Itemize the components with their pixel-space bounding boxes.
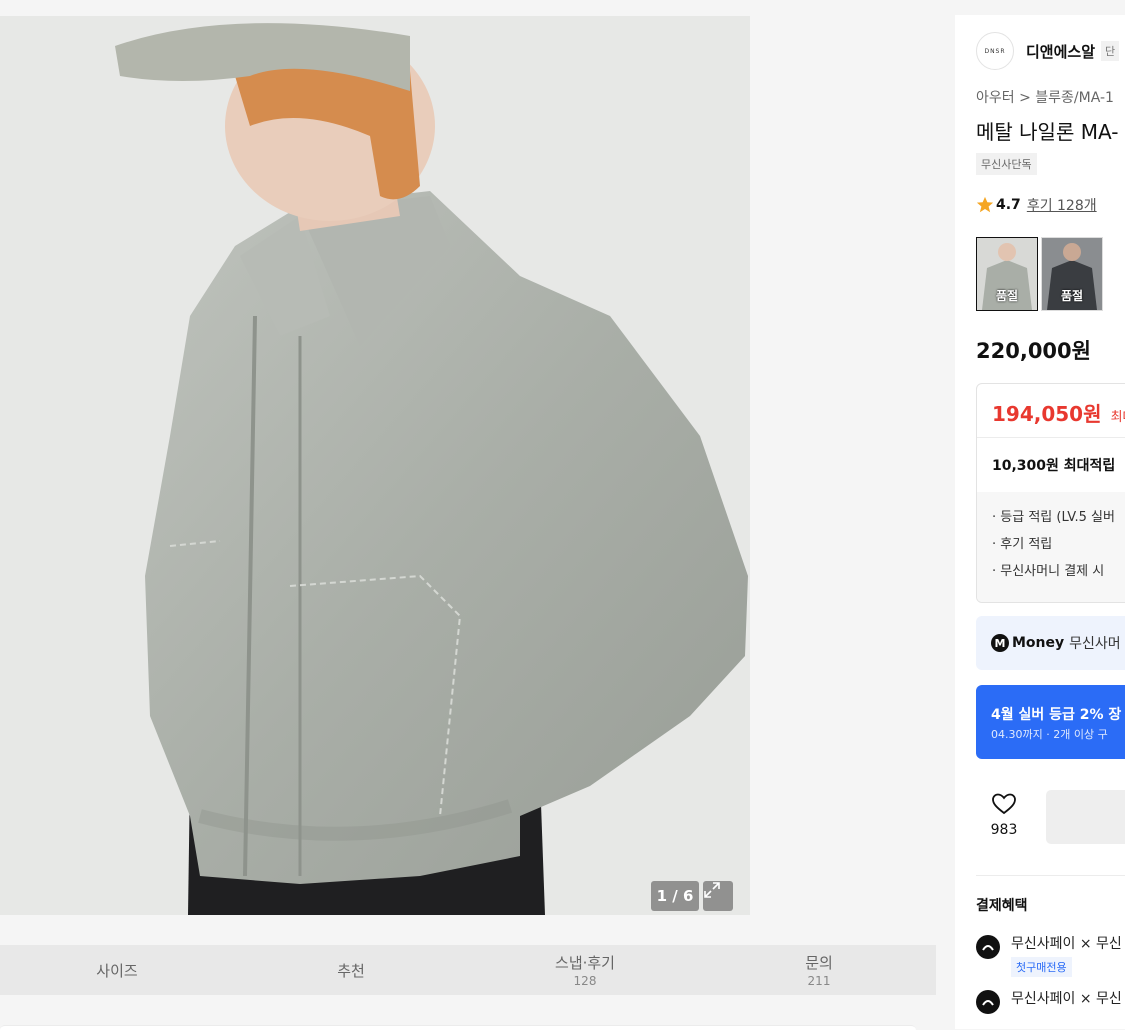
expand-icon xyxy=(704,882,720,898)
exclusive-badge: 무신사단독 xyxy=(976,153,1037,175)
product-main-image[interactable]: 1 / 6 xyxy=(0,16,750,915)
breadcrumb[interactable]: 아우터 > 블루종/MA-1 xyxy=(976,87,1114,107)
tab-count: 128 xyxy=(573,974,597,988)
musinsa-money-banner[interactable]: M Money 무신사머 xyxy=(976,616,1125,670)
grade-promo-banner[interactable]: 4월 실버 등급 2% 장 04.30까지 · 2개 이상 구 xyxy=(976,685,1125,759)
promo-subtitle: 04.30까지 · 2개 이상 구 xyxy=(991,728,1108,741)
review-count-link[interactable]: 후기 128개 xyxy=(1027,195,1097,215)
color-option-gray[interactable]: 품절 xyxy=(976,237,1038,311)
promo-title: 4월 실버 등급 2% 장 xyxy=(991,707,1122,723)
sale-row: 194,050원 최대 xyxy=(992,398,1125,427)
rating-score: 4.7 xyxy=(996,197,1021,213)
points-list: · 등급 적립 (LV.5 실버 · 후기 적립 · 무신사머니 결제 시 xyxy=(977,492,1125,602)
product-photo xyxy=(0,16,750,915)
tab-label: 문의 xyxy=(805,954,833,972)
product-title: 메탈 나일론 MA- xyxy=(976,120,1119,144)
divider xyxy=(977,437,1125,438)
money-desc: 무신사머 xyxy=(1069,636,1121,652)
points-item: · 등급 적립 (LV.5 실버 xyxy=(992,510,1115,525)
payment-benefit-text: 무신사페이 × 무신 xyxy=(1011,936,1122,952)
musinsa-pay-icon xyxy=(976,935,1000,959)
like-button[interactable]: 983 xyxy=(984,792,1024,838)
first-purchase-tag: 첫구매전용 xyxy=(1011,957,1072,977)
rating-row: 4.7 후기 128개 xyxy=(976,195,1097,215)
brand-tag: 단 xyxy=(1101,41,1120,61)
star-icon xyxy=(976,196,994,213)
divider xyxy=(976,875,1125,876)
pay-logo-glyph xyxy=(982,945,994,951)
money-label: Money xyxy=(1012,635,1065,651)
color-option-charcoal[interactable]: 품절 xyxy=(1041,237,1103,311)
max-points: 10,300원 최대적립 xyxy=(992,458,1116,474)
tab-recommend[interactable]: 추천 xyxy=(234,945,468,995)
tab-label: 스냅·후기 xyxy=(555,954,615,972)
points-item: · 후기 적립 xyxy=(992,537,1053,552)
color-thumbnails: 품절 품절 xyxy=(976,237,1106,311)
soldout-label: 품절 xyxy=(1060,289,1084,303)
money-logo-icon: M xyxy=(991,634,1009,652)
tab-label: 추천 xyxy=(337,961,365,980)
tab-count: 211 xyxy=(807,974,831,988)
expand-image-button[interactable] xyxy=(703,881,733,911)
tab-content-area xyxy=(0,995,936,1030)
tab-inquiry[interactable]: 문의 211 xyxy=(702,945,936,995)
payment-benefit-row[interactable]: 무신사페이 × 무신 xyxy=(976,988,1122,1014)
heart-icon xyxy=(992,793,1016,815)
soldout-label: 품절 xyxy=(995,289,1019,303)
benefit-box: 194,050원 최대 10,300원 최대적립 · 등급 적립 (LV.5 실… xyxy=(976,383,1125,603)
musinsa-pay-icon xyxy=(976,990,1000,1014)
like-count: 983 xyxy=(990,822,1018,838)
product-tabs: 사이즈 추천 스냅·후기 128 문의 211 xyxy=(0,945,936,995)
points-item: · 무신사머니 결제 시 xyxy=(992,564,1105,579)
original-price: 220,000원 xyxy=(976,339,1091,363)
payment-benefit-row[interactable]: 무신사페이 × 무신 첫구매전용 xyxy=(976,933,1122,977)
brand-row[interactable]: DNSR 디앤에스알 단 xyxy=(976,32,1120,70)
tab-size[interactable]: 사이즈 xyxy=(0,945,234,995)
content-card-edge xyxy=(0,1025,916,1030)
sale-label: 최대 xyxy=(1110,410,1125,425)
brand-logo[interactable]: DNSR xyxy=(976,32,1014,70)
product-info-panel: DNSR 디앤에스알 단 아우터 > 블루종/MA-1 메탈 나일론 MA- 무… xyxy=(955,15,1125,1029)
payment-benefits-title: 결제혜택 xyxy=(976,898,1028,914)
tab-snap-review[interactable]: 스냅·후기 128 xyxy=(468,945,702,995)
purchase-button[interactable] xyxy=(1046,790,1125,844)
sale-price: 194,050원 xyxy=(992,402,1102,426)
tab-label: 사이즈 xyxy=(96,961,138,980)
brand-name[interactable]: 디앤에스알 xyxy=(1026,41,1095,62)
image-counter: 1 / 6 xyxy=(651,881,699,911)
pay-logo-glyph xyxy=(982,1000,994,1006)
payment-benefit-text: 무신사페이 × 무신 xyxy=(1011,991,1122,1007)
